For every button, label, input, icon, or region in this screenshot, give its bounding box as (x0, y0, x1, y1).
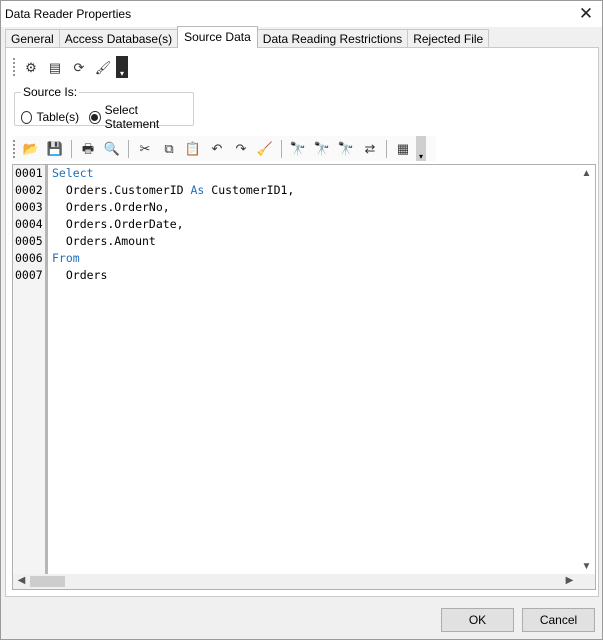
line-text: Orders (52, 268, 108, 282)
line-text: Orders.CustomerID As CustomerID1, (48, 182, 295, 199)
title-bar: Data Reader Properties ✕ (1, 1, 602, 27)
table-design-icon[interactable]: ▤ (44, 56, 66, 78)
paste-icon[interactable]: 📋 (182, 138, 204, 160)
radio-tables-label[interactable]: Table(s) (36, 110, 79, 124)
window-title: Data Reader Properties (5, 7, 132, 21)
dialog-window: Data Reader Properties ✕ General Access … (0, 0, 603, 640)
keyword: Select (52, 166, 94, 180)
keyword: From (52, 251, 80, 265)
tab-source-data[interactable]: Source Data (177, 26, 258, 48)
line-text: Orders.Amount (52, 234, 156, 248)
source-data-panel: ⚙ ▤ ⟳ 🖌 ▾ Source Is: Table(s) Select Sta… (5, 47, 599, 597)
radio-select-statement-label[interactable]: Select Statement (105, 103, 183, 131)
tab-strip: General Access Database(s) Source Data D… (5, 26, 490, 48)
cut-icon[interactable]: ✂ (134, 138, 156, 160)
toolbar-separator (281, 139, 282, 158)
sql-editor[interactable]: 0001 Select 0002 Orders.CustomerID As Cu… (12, 164, 596, 590)
code-line: 0001 Select (13, 165, 579, 182)
find-next-icon[interactable]: 🔭 (311, 138, 333, 160)
line-text: From (48, 250, 80, 267)
replace-icon[interactable]: ⇄ (359, 138, 381, 160)
line-number: 0001 (15, 166, 43, 180)
scroll-right-icon[interactable]: ▶ (561, 573, 578, 588)
line-number: 0003 (15, 200, 43, 214)
copy-icon[interactable]: ⧉ (158, 138, 180, 160)
line-text-part: CustomerID1, (204, 183, 295, 197)
save-icon[interactable]: 💾 (44, 138, 66, 160)
scroll-down-icon[interactable]: ▼ (578, 558, 595, 575)
code-line: 0003 Orders.OrderNo, (13, 199, 579, 216)
vertical-scrollbar[interactable]: ▲ ▼ (578, 165, 595, 575)
find-icon[interactable]: 🔭 (287, 138, 309, 160)
clear-icon[interactable]: 🧹 (254, 138, 276, 160)
code-line: 0007 Orders (13, 267, 579, 284)
keyword: As (190, 183, 205, 197)
toolbar-grip (12, 57, 16, 77)
editor-toolbar-grip (12, 138, 16, 159)
cancel-button[interactable]: Cancel (522, 608, 595, 632)
line-text-part: Orders.CustomerID (52, 183, 191, 197)
line-number: 0005 (15, 234, 43, 248)
code-line: 0002 Orders.CustomerID As CustomerID1, (13, 182, 579, 199)
redo-icon[interactable]: ↷ (230, 138, 252, 160)
tab-access-databases[interactable]: Access Database(s) (58, 29, 179, 48)
close-button[interactable]: ✕ (570, 1, 602, 27)
query-builder-icon[interactable]: ⚙ (20, 56, 42, 78)
line-number: 0006 (15, 251, 43, 265)
code-area[interactable]: 0001 Select 0002 Orders.CustomerID As Cu… (13, 165, 579, 575)
top-toolbar: ⚙ ▤ ⟳ 🖌 ▾ (12, 54, 130, 80)
tab-data-reading-restrictions[interactable]: Data Reading Restrictions (256, 29, 409, 48)
editor-toolbar: 📂 💾 🖶 🔍 ✂ ⧉ 📋 ↶ ↷ 🧹 🔭 🔭 🔭 ⇄ ▦ ▾ (12, 136, 436, 161)
tab-rejected-file[interactable]: Rejected File (407, 29, 490, 48)
undo-icon[interactable]: ↶ (206, 138, 228, 160)
editor-toolbar-overflow-icon[interactable]: ▾ (416, 136, 426, 161)
toolbar-overflow-icon[interactable]: ▾ (116, 56, 128, 78)
horizontal-scroll-thumb[interactable] (30, 576, 65, 587)
toolbar-separator (128, 139, 129, 158)
line-text: Orders.OrderNo, (52, 200, 170, 214)
print-preview-icon[interactable]: 🔍 (101, 138, 123, 160)
source-legend: Source Is: (21, 85, 80, 99)
source-options: Table(s) Select Statement (21, 103, 193, 131)
ok-button[interactable]: OK (441, 608, 514, 632)
toolbar-separator (71, 139, 72, 158)
horizontal-scrollbar[interactable]: ◀ ▶ (13, 574, 595, 589)
line-number: 0002 (15, 183, 43, 197)
line-text: Orders.OrderDate, (52, 217, 184, 231)
line-text: Select (48, 165, 94, 182)
sql-syntax-icon[interactable]: ▦ (392, 138, 414, 160)
scroll-left-icon[interactable]: ◀ (13, 573, 30, 588)
line-number: 0004 (15, 217, 43, 231)
radio-tables[interactable] (21, 110, 33, 124)
format-sql-icon[interactable]: 🖌 (92, 56, 114, 78)
code-line: 0005 Orders.Amount (13, 233, 579, 250)
open-icon[interactable]: 📂 (20, 138, 42, 160)
line-number: 0007 (15, 268, 43, 282)
code-line: 0004 Orders.OrderDate, (13, 216, 579, 233)
code-line: 0006 From (13, 250, 579, 267)
radio-select-statement[interactable] (89, 110, 101, 124)
radio-selected-dot (91, 113, 99, 121)
close-icon: ✕ (578, 4, 594, 23)
tab-general[interactable]: General (5, 29, 60, 48)
find-previous-icon[interactable]: 🔭 (335, 138, 357, 160)
print-icon[interactable]: 🖶 (77, 138, 99, 160)
source-group: Source Is: Table(s) Select Statement (14, 85, 194, 131)
toolbar-separator (386, 139, 387, 158)
scroll-up-icon[interactable]: ▲ (578, 165, 595, 182)
refresh-icon[interactable]: ⟳ (68, 56, 90, 78)
